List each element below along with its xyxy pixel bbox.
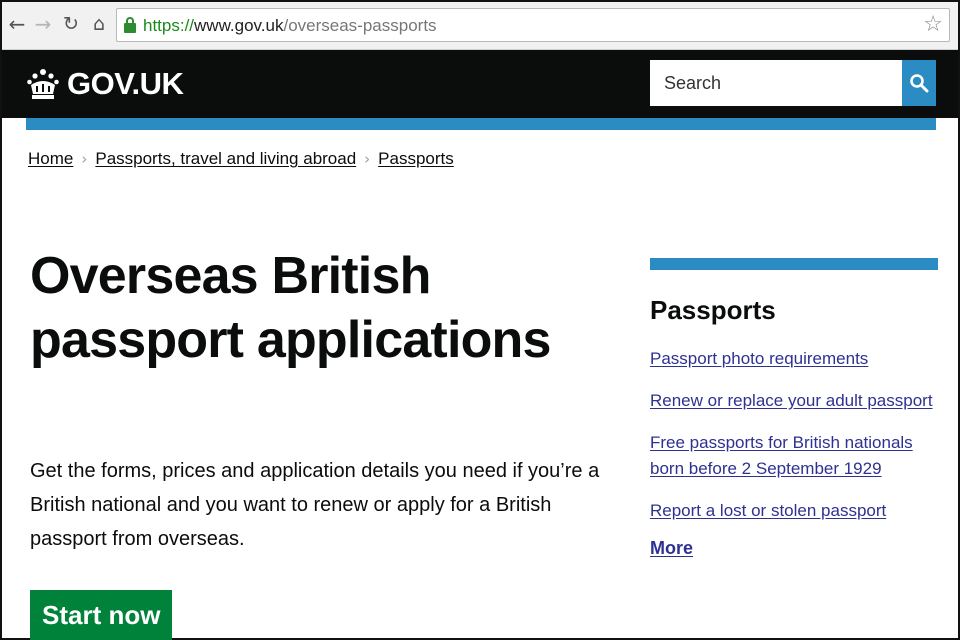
breadcrumb-passports-travel[interactable]: Passports, travel and living abroad: [95, 148, 356, 170]
back-arrow-icon[interactable]: ←: [6, 12, 28, 36]
intro-paragraph: Get the forms, prices and application de…: [30, 460, 600, 550]
start-now-button[interactable]: Start now: [30, 590, 173, 640]
search-form: [650, 60, 936, 106]
list-item: Passport photo requirements: [650, 346, 938, 372]
related-link-free-passports[interactable]: Free passports for British nationals bor…: [650, 433, 913, 478]
search-icon: [910, 74, 929, 93]
url-host: www.gov.uk: [194, 16, 284, 35]
related-list: Passport photo requirements Renew or rep…: [650, 346, 938, 524]
chevron-right-icon: ›: [364, 150, 371, 168]
chevron-right-icon: ›: [81, 150, 88, 168]
breadcrumb-passports[interactable]: Passports: [378, 148, 454, 170]
lock-icon: [124, 17, 136, 33]
search-button[interactable]: [902, 60, 936, 106]
list-item: Renew or replace your adult passport: [650, 388, 938, 414]
home-icon[interactable]: ⌂: [88, 12, 110, 36]
browser-toolbar: ← → ↻ ⌂ https://www.gov.uk/overseas-pass…: [2, 2, 958, 50]
url-scheme: https://: [143, 16, 195, 35]
govuk-logo-link[interactable]: GOV.UK: [26, 66, 184, 102]
related-link-lost-stolen[interactable]: Report a lost or stolen passport: [650, 501, 886, 520]
breadcrumb-home[interactable]: Home: [28, 148, 73, 170]
site-header: GOV.UK: [2, 50, 958, 118]
page-title: Overseas British passport applications: [30, 247, 551, 369]
related-links: Passports Passport photo requirements Re…: [650, 258, 938, 559]
url-text[interactable]: https://www.gov.uk/overseas-passports: [143, 15, 437, 37]
related-link-renew-replace[interactable]: Renew or replace your adult passport: [650, 391, 933, 410]
address-bar[interactable]: https://www.gov.uk/overseas-passports ☆: [116, 8, 950, 42]
crown-icon: [27, 69, 59, 99]
related-heading: Passports: [650, 295, 776, 325]
list-item: Report a lost or stolen passport: [650, 498, 938, 524]
logo-text: GOV.UK: [67, 66, 184, 101]
header-blue-rule: [26, 118, 936, 130]
search-input[interactable]: [650, 60, 902, 106]
related-more-link[interactable]: More: [650, 538, 693, 559]
list-item: Free passports for British nationals bor…: [650, 430, 938, 482]
forward-arrow-icon[interactable]: →: [32, 12, 54, 36]
url-path: /overseas-passports: [283, 16, 437, 35]
star-icon[interactable]: ☆: [923, 13, 943, 37]
breadcrumb: Home › Passports, travel and living abro…: [28, 148, 454, 170]
related-blue-rule: [650, 258, 938, 270]
related-link-photo-requirements[interactable]: Passport photo requirements: [650, 349, 868, 368]
reload-icon[interactable]: ↻: [60, 12, 82, 36]
